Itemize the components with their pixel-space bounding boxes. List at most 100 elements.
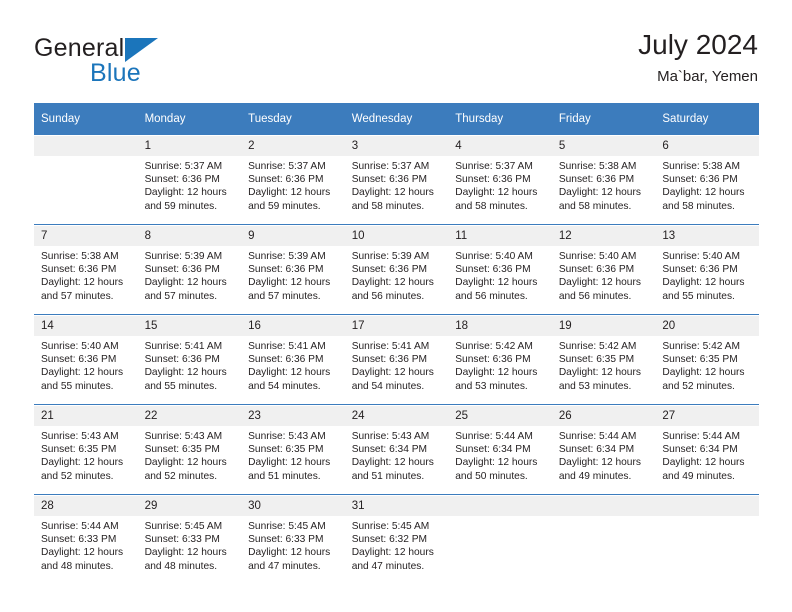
day-info: Sunrise: 5:41 AM Sunset: 6:36 PM Daylight:…: [241, 336, 345, 393]
daylight-text-line1: Daylight: 12 hours: [144, 367, 227, 379]
calendar-day-cell[interactable]: 14 Sunrise: 5:40 AM Sunset: 6:36 PM Dayligh…: [34, 314, 138, 405]
daylight-text-line2: and 54 minutes.: [351, 380, 425, 392]
calendar-day-cell: [551, 494, 656, 584]
sunrise-text: Sunrise: 5:41 AM: [351, 341, 430, 352]
sunrise-text: Sunrise: 5:38 AM: [558, 161, 637, 172]
calendar-day-cell[interactable]: 3 Sunrise: 5:37 AM Sunset: 6:36 PM Daylight…: [344, 135, 449, 225]
sunset-text: Sunset: 6:36 PM: [558, 264, 635, 276]
calendar-page: General Blue July 2024 Ma`bar, Yemen Sun…: [0, 0, 792, 612]
daylight-text-line2: and 56 minutes.: [558, 290, 632, 302]
sunset-text: Sunset: 6:36 PM: [558, 174, 635, 186]
day-number: 11: [448, 226, 552, 246]
brand-name-blue: Blue: [90, 59, 141, 87]
calendar-day-cell[interactable]: 13 Sunrise: 5:40 AM Sunset: 6:36 PM Dayligh…: [655, 224, 759, 315]
day-number: 17: [344, 316, 449, 336]
day-info: Sunrise: 5:42 AM Sunset: 6:36 PM Daylight:…: [448, 336, 552, 393]
daylight-text-line2: and 54 minutes.: [248, 380, 321, 392]
day-number: 22: [137, 406, 242, 426]
sunset-text: Sunset: 6:34 PM: [455, 444, 531, 456]
calendar-day-cell[interactable]: 20 Sunrise: 5:42 AM Sunset: 6:35 PM Dayligh…: [655, 314, 759, 405]
daylight-text-line1: Daylight: 12 hours: [662, 277, 745, 289]
day-cell-inner: 11 Sunrise: 5:40 AM Sunset: 6:36 PM Dayligh…: [448, 225, 552, 314]
calendar-day-cell[interactable]: 6 Sunrise: 5:38 AM Sunset: 6:36 PM Daylight…: [655, 135, 759, 225]
daylight-text-line1: Daylight: 12 hours: [455, 367, 538, 379]
day-info: Sunrise: 5:41 AM Sunset: 6:36 PM Daylight:…: [138, 336, 242, 393]
day-cell-inner: 4 Sunrise: 5:37 AM Sunset: 6:36 PM Daylight…: [448, 135, 552, 224]
day-number: 5: [551, 136, 656, 156]
calendar-day-cell[interactable]: 8 Sunrise: 5:39 AM Sunset: 6:36 PM Daylight…: [137, 224, 242, 315]
daylight-text-line2: and 48 minutes.: [41, 560, 114, 572]
day-cell-inner: 12 Sunrise: 5:40 AM Sunset: 6:36 PM Dayligh…: [551, 225, 656, 314]
day-cell-inner: 1 Sunrise: 5:37 AM Sunset: 6:36 PM Daylight…: [137, 135, 242, 224]
calendar-day-cell[interactable]: 29 Sunrise: 5:45 AM Sunset: 6:33 PM Dayligh…: [137, 494, 242, 584]
calendar-day-cell[interactable]: 11 Sunrise: 5:40 AM Sunset: 6:36 PM Dayligh…: [448, 224, 552, 315]
day-info: Sunrise: 5:45 AM Sunset: 6:33 PM Daylight:…: [138, 516, 242, 573]
sunset-text: Sunset: 6:36 PM: [41, 264, 117, 276]
brand-logo[interactable]: General Blue: [34, 34, 294, 96]
calendar-day-cell[interactable]: 2 Sunrise: 5:37 AM Sunset: 6:36 PM Daylight…: [241, 135, 345, 225]
daylight-text-line2: and 52 minutes.: [41, 470, 114, 482]
day-cell-inner: 8 Sunrise: 5:39 AM Sunset: 6:36 PM Daylight…: [137, 225, 242, 314]
day-info: Sunrise: 5:39 AM Sunset: 6:36 PM Daylight:…: [138, 246, 242, 303]
day-number: 31: [344, 496, 449, 516]
daylight-text-line2: and 49 minutes.: [558, 470, 632, 482]
calendar-day-cell[interactable]: 28 Sunrise: 5:44 AM Sunset: 6:33 PM Dayligh…: [34, 494, 138, 584]
calendar-day-cell[interactable]: 19 Sunrise: 5:42 AM Sunset: 6:35 PM Dayligh…: [551, 314, 656, 405]
sunset-text: Sunset: 6:32 PM: [351, 534, 428, 546]
calendar-day-cell[interactable]: 7 Sunrise: 5:38 AM Sunset: 6:36 PM Daylight…: [34, 224, 138, 315]
calendar-day-cell[interactable]: 26 Sunrise: 5:44 AM Sunset: 6:34 PM Dayligh…: [551, 404, 656, 495]
day-cell-inner: 13 Sunrise: 5:40 AM Sunset: 6:36 PM Dayligh…: [655, 225, 759, 314]
day-number: [448, 496, 552, 516]
calendar-day-cell[interactable]: 27 Sunrise: 5:44 AM Sunset: 6:34 PM Dayligh…: [655, 404, 759, 495]
calendar-day-cell[interactable]: 23 Sunrise: 5:43 AM Sunset: 6:35 PM Dayligh…: [241, 404, 345, 495]
calendar-day-cell[interactable]: 31 Sunrise: 5:45 AM Sunset: 6:32 PM Dayligh…: [344, 494, 449, 584]
sunset-text: Sunset: 6:36 PM: [455, 354, 531, 366]
day-number: 24: [344, 406, 449, 426]
daylight-text-line1: Daylight: 12 hours: [248, 367, 331, 379]
calendar-day-cell[interactable]: 4 Sunrise: 5:37 AM Sunset: 6:36 PM Daylight…: [448, 135, 552, 225]
daylight-text-line1: Daylight: 12 hours: [248, 277, 331, 289]
day-info: Sunrise: 5:39 AM Sunset: 6:36 PM Daylight:…: [345, 246, 449, 303]
daylight-text-line1: Daylight: 12 hours: [662, 457, 745, 469]
daylight-text-line2: and 59 minutes.: [248, 200, 321, 212]
daylight-text-line1: Daylight: 12 hours: [144, 457, 227, 469]
sunset-text: Sunset: 6:34 PM: [558, 444, 635, 456]
calendar-day-cell[interactable]: 22 Sunrise: 5:43 AM Sunset: 6:35 PM Dayligh…: [137, 404, 242, 495]
calendar-day-cell[interactable]: 1 Sunrise: 5:37 AM Sunset: 6:36 PM Daylight…: [137, 135, 242, 225]
calendar-day-cell: [448, 494, 552, 584]
calendar-day-cell[interactable]: 17 Sunrise: 5:41 AM Sunset: 6:36 PM Dayligh…: [344, 314, 449, 405]
calendar-day-cell[interactable]: 24 Sunrise: 5:43 AM Sunset: 6:34 PM Dayligh…: [344, 404, 449, 495]
calendar-day-cell[interactable]: 30 Sunrise: 5:45 AM Sunset: 6:33 PM Dayligh…: [241, 494, 345, 584]
daylight-text-line1: Daylight: 12 hours: [248, 187, 331, 199]
daylight-text-line1: Daylight: 12 hours: [558, 457, 641, 469]
calendar-day-cell[interactable]: 15 Sunrise: 5:41 AM Sunset: 6:36 PM Dayligh…: [137, 314, 242, 405]
day-info: Sunrise: 5:43 AM Sunset: 6:35 PM Daylight:…: [138, 426, 242, 483]
calendar-day-cell[interactable]: 25 Sunrise: 5:44 AM Sunset: 6:34 PM Dayligh…: [448, 404, 552, 495]
daylight-text-line2: and 51 minutes.: [248, 470, 321, 482]
day-cell-inner: 7 Sunrise: 5:38 AM Sunset: 6:36 PM Daylight…: [34, 225, 138, 314]
sunset-text: Sunset: 6:35 PM: [41, 444, 117, 456]
day-cell-inner: 17 Sunrise: 5:41 AM Sunset: 6:36 PM Dayligh…: [344, 315, 449, 404]
calendar-grid: Sunday Monday Tuesday Wednesday Thursday…: [34, 103, 759, 584]
calendar-day-cell[interactable]: 10 Sunrise: 5:39 AM Sunset: 6:36 PM Dayligh…: [344, 224, 449, 315]
daylight-text-line2: and 47 minutes.: [351, 560, 425, 572]
calendar-day-cell[interactable]: 18 Sunrise: 5:42 AM Sunset: 6:36 PM Dayligh…: [448, 314, 552, 405]
day-cell-inner: 23 Sunrise: 5:43 AM Sunset: 6:35 PM Dayligh…: [241, 405, 345, 494]
day-cell-inner: 21 Sunrise: 5:43 AM Sunset: 6:35 PM Dayligh…: [34, 405, 138, 494]
calendar-day-cell[interactable]: 21 Sunrise: 5:43 AM Sunset: 6:35 PM Dayligh…: [34, 404, 138, 495]
day-cell-inner: 29 Sunrise: 5:45 AM Sunset: 6:33 PM Dayligh…: [137, 495, 242, 584]
calendar-day-cell[interactable]: 12 Sunrise: 5:40 AM Sunset: 6:36 PM Dayligh…: [551, 224, 656, 315]
sunrise-text: Sunrise: 5:42 AM: [558, 341, 637, 352]
calendar-day-cell[interactable]: 16 Sunrise: 5:41 AM Sunset: 6:36 PM Dayligh…: [241, 314, 345, 405]
day-number: 21: [34, 406, 138, 426]
day-cell-inner: 6 Sunrise: 5:38 AM Sunset: 6:36 PM Daylight…: [655, 135, 759, 224]
daylight-text-line1: Daylight: 12 hours: [351, 367, 434, 379]
daylight-text-line2: and 59 minutes.: [144, 200, 218, 212]
sunrise-text: Sunrise: 5:45 AM: [248, 521, 326, 532]
calendar-day-cell[interactable]: 5 Sunrise: 5:38 AM Sunset: 6:36 PM Daylight…: [551, 135, 656, 225]
sunrise-text: Sunrise: 5:40 AM: [662, 251, 740, 262]
calendar-day-cell[interactable]: 9 Sunrise: 5:39 AM Sunset: 6:36 PM Daylight…: [241, 224, 345, 315]
day-number: 27: [655, 406, 759, 426]
daylight-text-line2: and 58 minutes.: [662, 200, 735, 212]
day-info: Sunrise: 5:43 AM Sunset: 6:35 PM Daylight:…: [34, 426, 138, 483]
